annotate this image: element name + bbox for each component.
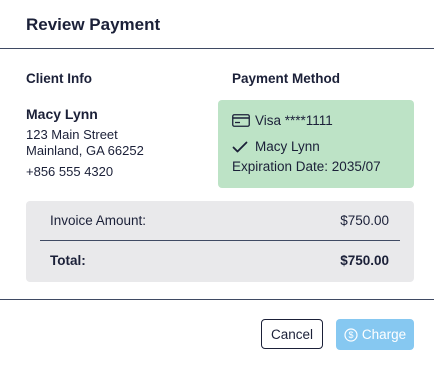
summary-divider [40, 240, 400, 241]
client-name: Macy Lynn [26, 106, 98, 122]
card-row: Visa ****1111 [232, 113, 333, 128]
expiration-date: Expiration Date: 2035/07 [232, 159, 381, 174]
total-value: $750.00 [340, 253, 389, 268]
client-info-heading: Client Info [26, 71, 92, 86]
dollar-circle-icon: $ [344, 327, 358, 342]
payment-method-card: Visa ****1111 Macy Lynn Expiration Date:… [218, 100, 414, 188]
client-address-line2: Mainland, GA 66252 [26, 143, 144, 158]
invoice-amount-label: Invoice Amount: [50, 213, 147, 228]
charge-button-label: Charge [361, 327, 407, 342]
cancel-button-label: Cancel [270, 326, 314, 342]
header-divider [0, 48, 434, 49]
charge-button[interactable]: $ Charge [336, 319, 414, 350]
card-label: Visa ****1111 [255, 113, 333, 128]
footer-divider [0, 299, 434, 300]
credit-card-icon [232, 114, 250, 127]
client-address-line1: 123 Main Street [26, 127, 118, 142]
check-icon [232, 140, 248, 154]
invoice-amount-value: $750.00 [340, 213, 389, 228]
cardholder-name: Macy Lynn [255, 139, 320, 154]
total-label: Total: [50, 253, 86, 268]
client-phone: +856 555 4320 [26, 164, 114, 179]
payment-method-heading: Payment Method [232, 71, 341, 86]
svg-text:$: $ [348, 330, 353, 340]
invoice-summary: Invoice Amount: $750.00 Total: $750.00 [26, 201, 414, 282]
cardholder-row: Macy Lynn [232, 139, 320, 154]
cancel-button[interactable]: Cancel [261, 319, 323, 349]
dialog-title: Review Payment [26, 15, 161, 34]
